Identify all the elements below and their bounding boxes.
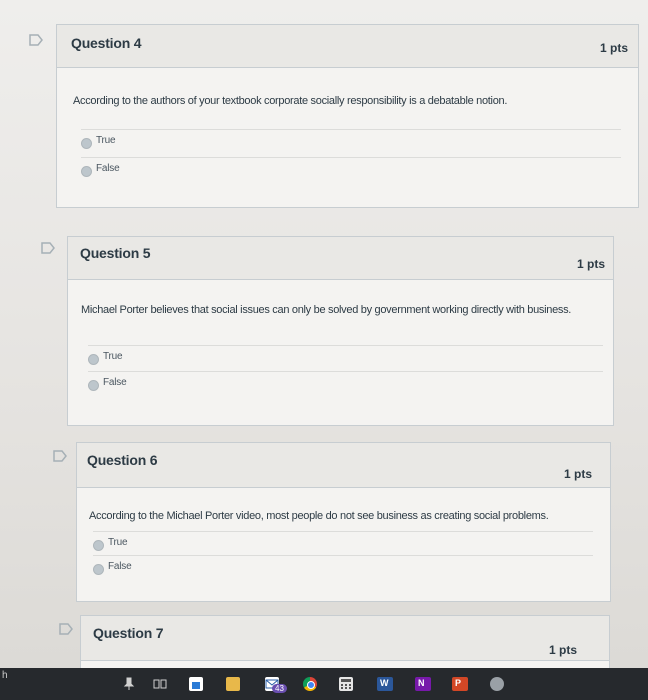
answer-label: True — [103, 351, 123, 362]
question-card: Question 4 1 pts According to the author… — [56, 24, 639, 208]
answer-option[interactable]: True — [88, 345, 603, 371]
question-points: 1 pts — [599, 41, 628, 55]
chrome-icon[interactable] — [303, 677, 317, 691]
question-header: Question 6 1 pts — [77, 443, 610, 488]
radio-button[interactable] — [93, 564, 104, 575]
pin-icon[interactable] — [122, 677, 136, 691]
flag-question-icon[interactable] — [40, 241, 56, 255]
word-icon[interactable]: W — [377, 677, 393, 691]
file-explorer-icon[interactable] — [226, 677, 240, 691]
answer-option[interactable]: False — [88, 371, 603, 397]
answer-label: False — [103, 377, 127, 388]
question-header: Question 4 1 pts — [57, 25, 638, 68]
question-points: 1 pts — [548, 643, 577, 657]
flag-question-icon[interactable] — [52, 449, 68, 463]
question-card: Question 6 1 pts According to the Michae… — [76, 442, 611, 602]
answer-option[interactable]: True — [93, 531, 593, 557]
radio-button[interactable] — [81, 166, 92, 177]
calculator-icon[interactable] — [339, 677, 353, 691]
question-title: Question 4 — [71, 35, 142, 51]
question-header: Question 7 1 pts — [81, 616, 609, 661]
quiz-page: Question 4 1 pts According to the author… — [0, 0, 648, 675]
question-text: Michael Porter believes that social issu… — [81, 304, 572, 316]
question-card: Question 5 1 pts Michael Porter believes… — [67, 236, 614, 426]
onenote-icon[interactable]: N — [415, 677, 431, 691]
answer-option[interactable]: False — [93, 555, 593, 581]
notification-badge: 43 — [272, 684, 287, 693]
taskbar-edge-text: h — [2, 670, 8, 681]
answer-label: True — [108, 537, 128, 548]
question-card: Question 7 1 pts — [80, 615, 610, 675]
chrome-center — [307, 681, 315, 689]
radio-button[interactable] — [88, 380, 99, 391]
question-header: Question 5 1 pts — [68, 237, 613, 280]
radio-button[interactable] — [88, 354, 99, 365]
answer-option[interactable]: True — [81, 129, 621, 155]
question-points: 1 pts — [563, 467, 592, 481]
flag-question-icon[interactable] — [28, 33, 44, 47]
answer-label: False — [96, 163, 120, 174]
question-text: According to the Michael Porter video, m… — [89, 510, 549, 522]
task-view-icon[interactable] — [153, 677, 167, 691]
question-points: 1 pts — [576, 257, 605, 271]
radio-button[interactable] — [93, 540, 104, 551]
question-text: According to the authors of your textboo… — [73, 95, 508, 107]
radio-button[interactable] — [81, 138, 92, 149]
taskbar: h 43 W N P — [0, 668, 648, 700]
other-app-icon[interactable] — [490, 677, 504, 691]
answer-label: False — [108, 561, 132, 572]
flag-question-icon[interactable] — [58, 622, 74, 636]
answer-option[interactable]: False — [81, 157, 621, 183]
question-title: Question 5 — [80, 245, 151, 261]
answer-label: True — [96, 135, 116, 146]
question-title: Question 6 — [87, 452, 158, 468]
powerpoint-icon[interactable]: P — [452, 677, 468, 691]
store-icon[interactable] — [189, 677, 203, 691]
question-title: Question 7 — [93, 625, 164, 641]
